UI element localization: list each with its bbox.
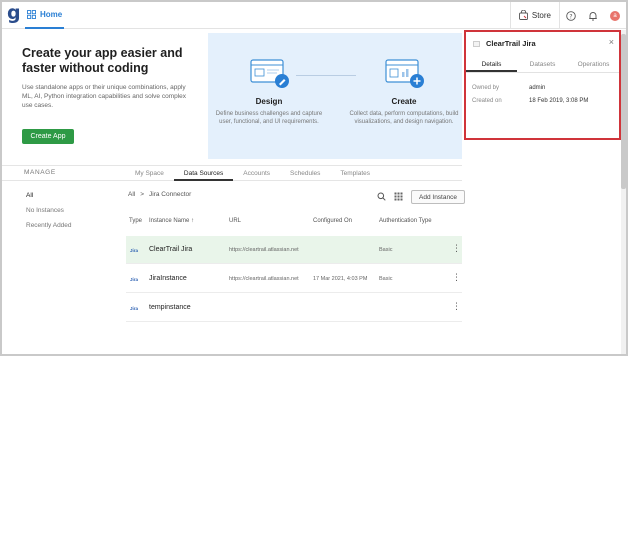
bell-icon [589,11,597,21]
notifications-button[interactable] [582,2,604,29]
create-illustration-icon [385,59,424,88]
add-instance-button[interactable]: Add Instance [411,190,465,204]
tab-accounts[interactable]: Accounts [233,166,280,181]
table-header: Type Instance Name ↑ URL Configured On A… [126,218,462,228]
filter-list: All No Instances Recently Added [26,192,72,237]
instance-name: tempinstance [149,304,191,311]
app-window: g Home Store ? a Create your app easier … [0,0,628,356]
scrollbar-thumb[interactable] [621,34,626,189]
home-tab[interactable]: Home [25,2,65,29]
more-options-icon[interactable]: ⋮ [452,302,461,311]
topbar-actions: Store ? a [509,2,626,29]
details-panel: ClearTrail Jira × Details Datasets Opera… [464,30,621,140]
filter-no-instances[interactable]: No Instances [26,207,72,222]
more-options-icon[interactable]: ⋮ [452,244,461,253]
content-toolbar: Add Instance [377,188,465,206]
create-card-text: Collect data, perform computations, buil… [349,111,459,125]
breadcrumb-separator: > [140,191,145,198]
hero-title: Create your app easier and faster withou… [22,46,183,75]
jira-icon: Jira [130,277,139,282]
table-row[interactable]: Jira ClearTrail Jira https://cleartrail.… [126,236,462,264]
home-tab-label: Home [40,10,63,19]
tab-data-sources[interactable]: Data Sources [173,166,234,181]
filter-all[interactable]: All [26,192,72,207]
owned-by-value: admin [529,85,546,91]
tab-schedules[interactable]: Schedules [280,166,330,181]
instance-auth-type: Basic [379,247,393,253]
search-icon[interactable] [377,188,386,206]
grid-view-icon[interactable] [394,188,403,206]
store-button[interactable]: Store [509,2,560,29]
design-illustration-icon [250,59,289,88]
manage-tabs: My Space Data Sources Accounts Schedules… [125,166,380,181]
create-card-title: Create [391,97,417,106]
avatar: a [610,10,620,21]
panel-title: ClearTrail Jira [486,39,536,48]
promo-banner: Design Define business challenges and ca… [208,33,462,159]
created-on-label: Created on [472,98,502,104]
help-button[interactable]: ? [560,2,582,29]
panel-checkbox[interactable] [473,41,480,47]
close-icon[interactable]: × [609,38,614,47]
col-url: URL [229,218,242,224]
app-logo: g [7,2,21,24]
filter-recently-added[interactable]: Recently Added [26,222,72,237]
tab-my-space[interactable]: My Space [125,166,174,181]
hero-description: Use standalone apps or their unique comb… [22,84,187,109]
manage-nav: MANAGE My Space Data Sources Accounts Sc… [2,165,462,181]
tab-templates[interactable]: Templates [330,166,380,181]
created-on-value: 18 Feb 2019, 3:08 PM [529,98,589,104]
breadcrumb: All > Jira Connector [128,191,191,198]
col-auth-type: Authentication Type [379,218,432,224]
create-card: Create Collect data, perform computation… [349,59,459,126]
design-card: Design Define business challenges and ca… [214,59,324,126]
tab-operations[interactable]: Operations [568,57,619,72]
more-options-icon[interactable]: ⋮ [452,273,461,282]
breadcrumb-root[interactable]: All [128,191,135,198]
manage-label: MANAGE [24,169,56,176]
instance-name: JiraInstance [149,275,187,282]
hero-section: Create your app easier and faster withou… [2,29,462,163]
top-bar: g Home Store ? a [2,2,626,29]
table-row[interactable]: Jira tempinstance ⋮ [126,294,462,322]
jira-icon: Jira [130,306,139,311]
design-card-text: Define business challenges and capture u… [215,111,323,125]
user-avatar-button[interactable]: a [604,2,626,29]
owned-by-label: Owned by [472,85,500,91]
col-instance-name[interactable]: Instance Name ↑ [149,218,194,224]
jira-icon: Jira [130,248,139,253]
instance-configured-on: 17 Mar 2021, 4:03 PM [313,276,368,282]
help-icon: ? [566,10,576,21]
tab-datasets[interactable]: Datasets [517,57,568,72]
page-scrollbar[interactable] [621,30,626,354]
col-configured-on: Configured On [313,218,353,224]
col-type: Type [129,218,143,224]
instance-url: https://cleartrail.atlassian.net [229,247,299,253]
grid-icon [27,6,36,24]
create-app-button[interactable]: Create App [22,129,74,144]
tab-details[interactable]: Details [466,57,517,72]
panel-tabs: Details Datasets Operations [466,57,619,73]
store-label: Store [531,11,551,20]
store-bag-icon [518,9,528,22]
instance-url: https://cleartrail.atlassian.net [229,276,299,282]
design-card-title: Design [255,97,283,106]
instance-auth-type: Basic [379,276,393,282]
instance-name: ClearTrail Jira [149,246,193,253]
table-row[interactable]: Jira JiraInstance https://cleartrail.atl… [126,265,462,293]
breadcrumb-current: Jira Connector [149,191,192,198]
svg-text:?: ? [569,13,572,20]
